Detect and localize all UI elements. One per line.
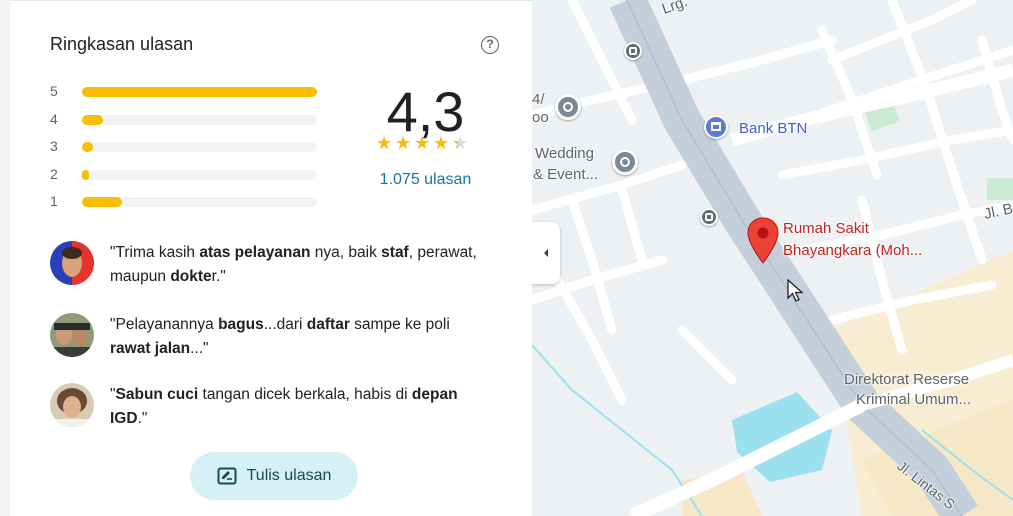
wedding-venue-icon[interactable] (612, 149, 638, 175)
review-snippet-text: "Pelayanannya bagus...dari daftar sampe … (110, 313, 490, 361)
histogram-bar (82, 114, 104, 125)
histogram-track (82, 87, 317, 97)
highlighted-keyword: atas pelayanan (199, 244, 311, 261)
star-icon: ★★ (452, 133, 469, 153)
write-review-button[interactable]: Tulis ulasan (190, 452, 358, 500)
histogram-star-label: 2 (50, 165, 58, 182)
user-avatar[interactable] (50, 241, 94, 285)
place-icon[interactable] (555, 94, 581, 120)
panel-top-divider (10, 0, 532, 13)
bank-icon[interactable] (704, 115, 728, 139)
edit-review-icon (217, 467, 237, 485)
snippet-fragment: tangan dicek berkala, habis di (198, 386, 412, 403)
map-label-hospital[interactable]: Rumah Sakit (783, 219, 869, 239)
avatar-image (50, 313, 94, 357)
section-title: Ringkasan ulasan (50, 34, 194, 54)
map-label-partial: oo (532, 109, 549, 126)
review-summary-panel: Ringkasan ulasan ? 54321 4,3 ★★★★★★★★★★ … (0, 0, 532, 516)
histogram-track (82, 142, 317, 153)
star-rating: ★★★★★★★★★★ (376, 133, 471, 153)
help-icon[interactable]: ? (481, 36, 499, 54)
highlighted-keyword: rawat jalan (110, 340, 191, 357)
avatar-image (50, 241, 94, 285)
location-pin-icon[interactable] (746, 217, 780, 265)
rating-histogram: 5 4 3 2 1 (50, 81, 320, 219)
histogram-bar (82, 87, 317, 97)
bus-stop-icon[interactable] (700, 208, 718, 226)
histogram-track (82, 197, 317, 208)
snippet-fragment: ." (137, 410, 148, 427)
histogram-row-5[interactable]: 5 (50, 81, 320, 109)
highlighted-keyword: bagus (218, 316, 264, 333)
histogram-track (82, 114, 317, 125)
snippet-fragment: r." (211, 268, 226, 285)
highlighted-keyword: dokte (170, 268, 212, 285)
map-label-hospital[interactable]: Bhayangkara (Moh... (783, 241, 922, 261)
snippet-fragment: sampe ke poli (349, 316, 450, 333)
user-avatar[interactable] (50, 383, 94, 427)
mouse-cursor-icon (787, 279, 804, 302)
star-icon: ★★ (433, 133, 450, 153)
histogram-row-1[interactable]: 1 (50, 191, 320, 219)
snippet-fragment: ...dari (263, 316, 307, 333)
collapse-panel-button[interactable] (532, 222, 560, 284)
review-count-link[interactable]: 1.075 ulasan (363, 171, 488, 189)
highlighted-keyword: staf (381, 244, 409, 261)
histogram-bar (82, 169, 90, 180)
histogram-star-label: 1 (50, 193, 58, 210)
map-label-bank[interactable]: Bank BTN (739, 119, 807, 139)
map-view[interactable]: Lrg. 4/ oo Bank BTN Wedding & Event... J… (532, 0, 1013, 516)
star-icon: ★★ (395, 133, 412, 153)
histogram-row-4[interactable]: 4 (50, 109, 320, 137)
map-label-directorate[interactable]: Direktorat Reserse (844, 370, 969, 390)
histogram-row-2[interactable]: 2 (50, 164, 320, 192)
map-label-directorate[interactable]: Kriminal Umum... (856, 390, 971, 410)
caret-left-icon (544, 249, 548, 257)
bus-stop-icon[interactable] (624, 42, 642, 60)
histogram-row-3[interactable]: 3 (50, 136, 320, 164)
snippet-fragment: "Pelayanannya (110, 316, 219, 333)
write-review-label: Tulis ulasan (246, 467, 332, 484)
histogram-bar (82, 142, 93, 153)
highlighted-keyword: daftar (306, 316, 350, 333)
snippet-fragment: nya, baik (310, 244, 382, 261)
histogram-track (82, 169, 317, 180)
snippet-fragment: ..." (190, 340, 209, 357)
snippet-fragment: "Trima kasih (110, 244, 200, 261)
review-snippet-text: "Sabun cuci tangan dicek berkala, habis … (110, 383, 490, 431)
star-icon: ★★ (414, 133, 431, 153)
map-label-partial: 4/ (532, 91, 545, 108)
map-label-wedding[interactable]: & Event... (533, 165, 598, 185)
histogram-star-label: 5 (50, 83, 58, 99)
histogram-star-label: 3 (50, 138, 58, 155)
panel-edge (0, 0, 10, 516)
user-avatar[interactable] (50, 313, 94, 357)
avatar-image (50, 383, 94, 427)
histogram-star-label: 4 (50, 110, 58, 127)
map-label-wedding[interactable]: Wedding (535, 144, 594, 164)
review-snippet-text: "Trima kasih atas pelayanan nya, baik st… (110, 241, 490, 289)
star-icon: ★★ (376, 133, 393, 153)
histogram-bar (82, 197, 122, 208)
highlighted-keyword: Sabun cuci (115, 386, 199, 403)
